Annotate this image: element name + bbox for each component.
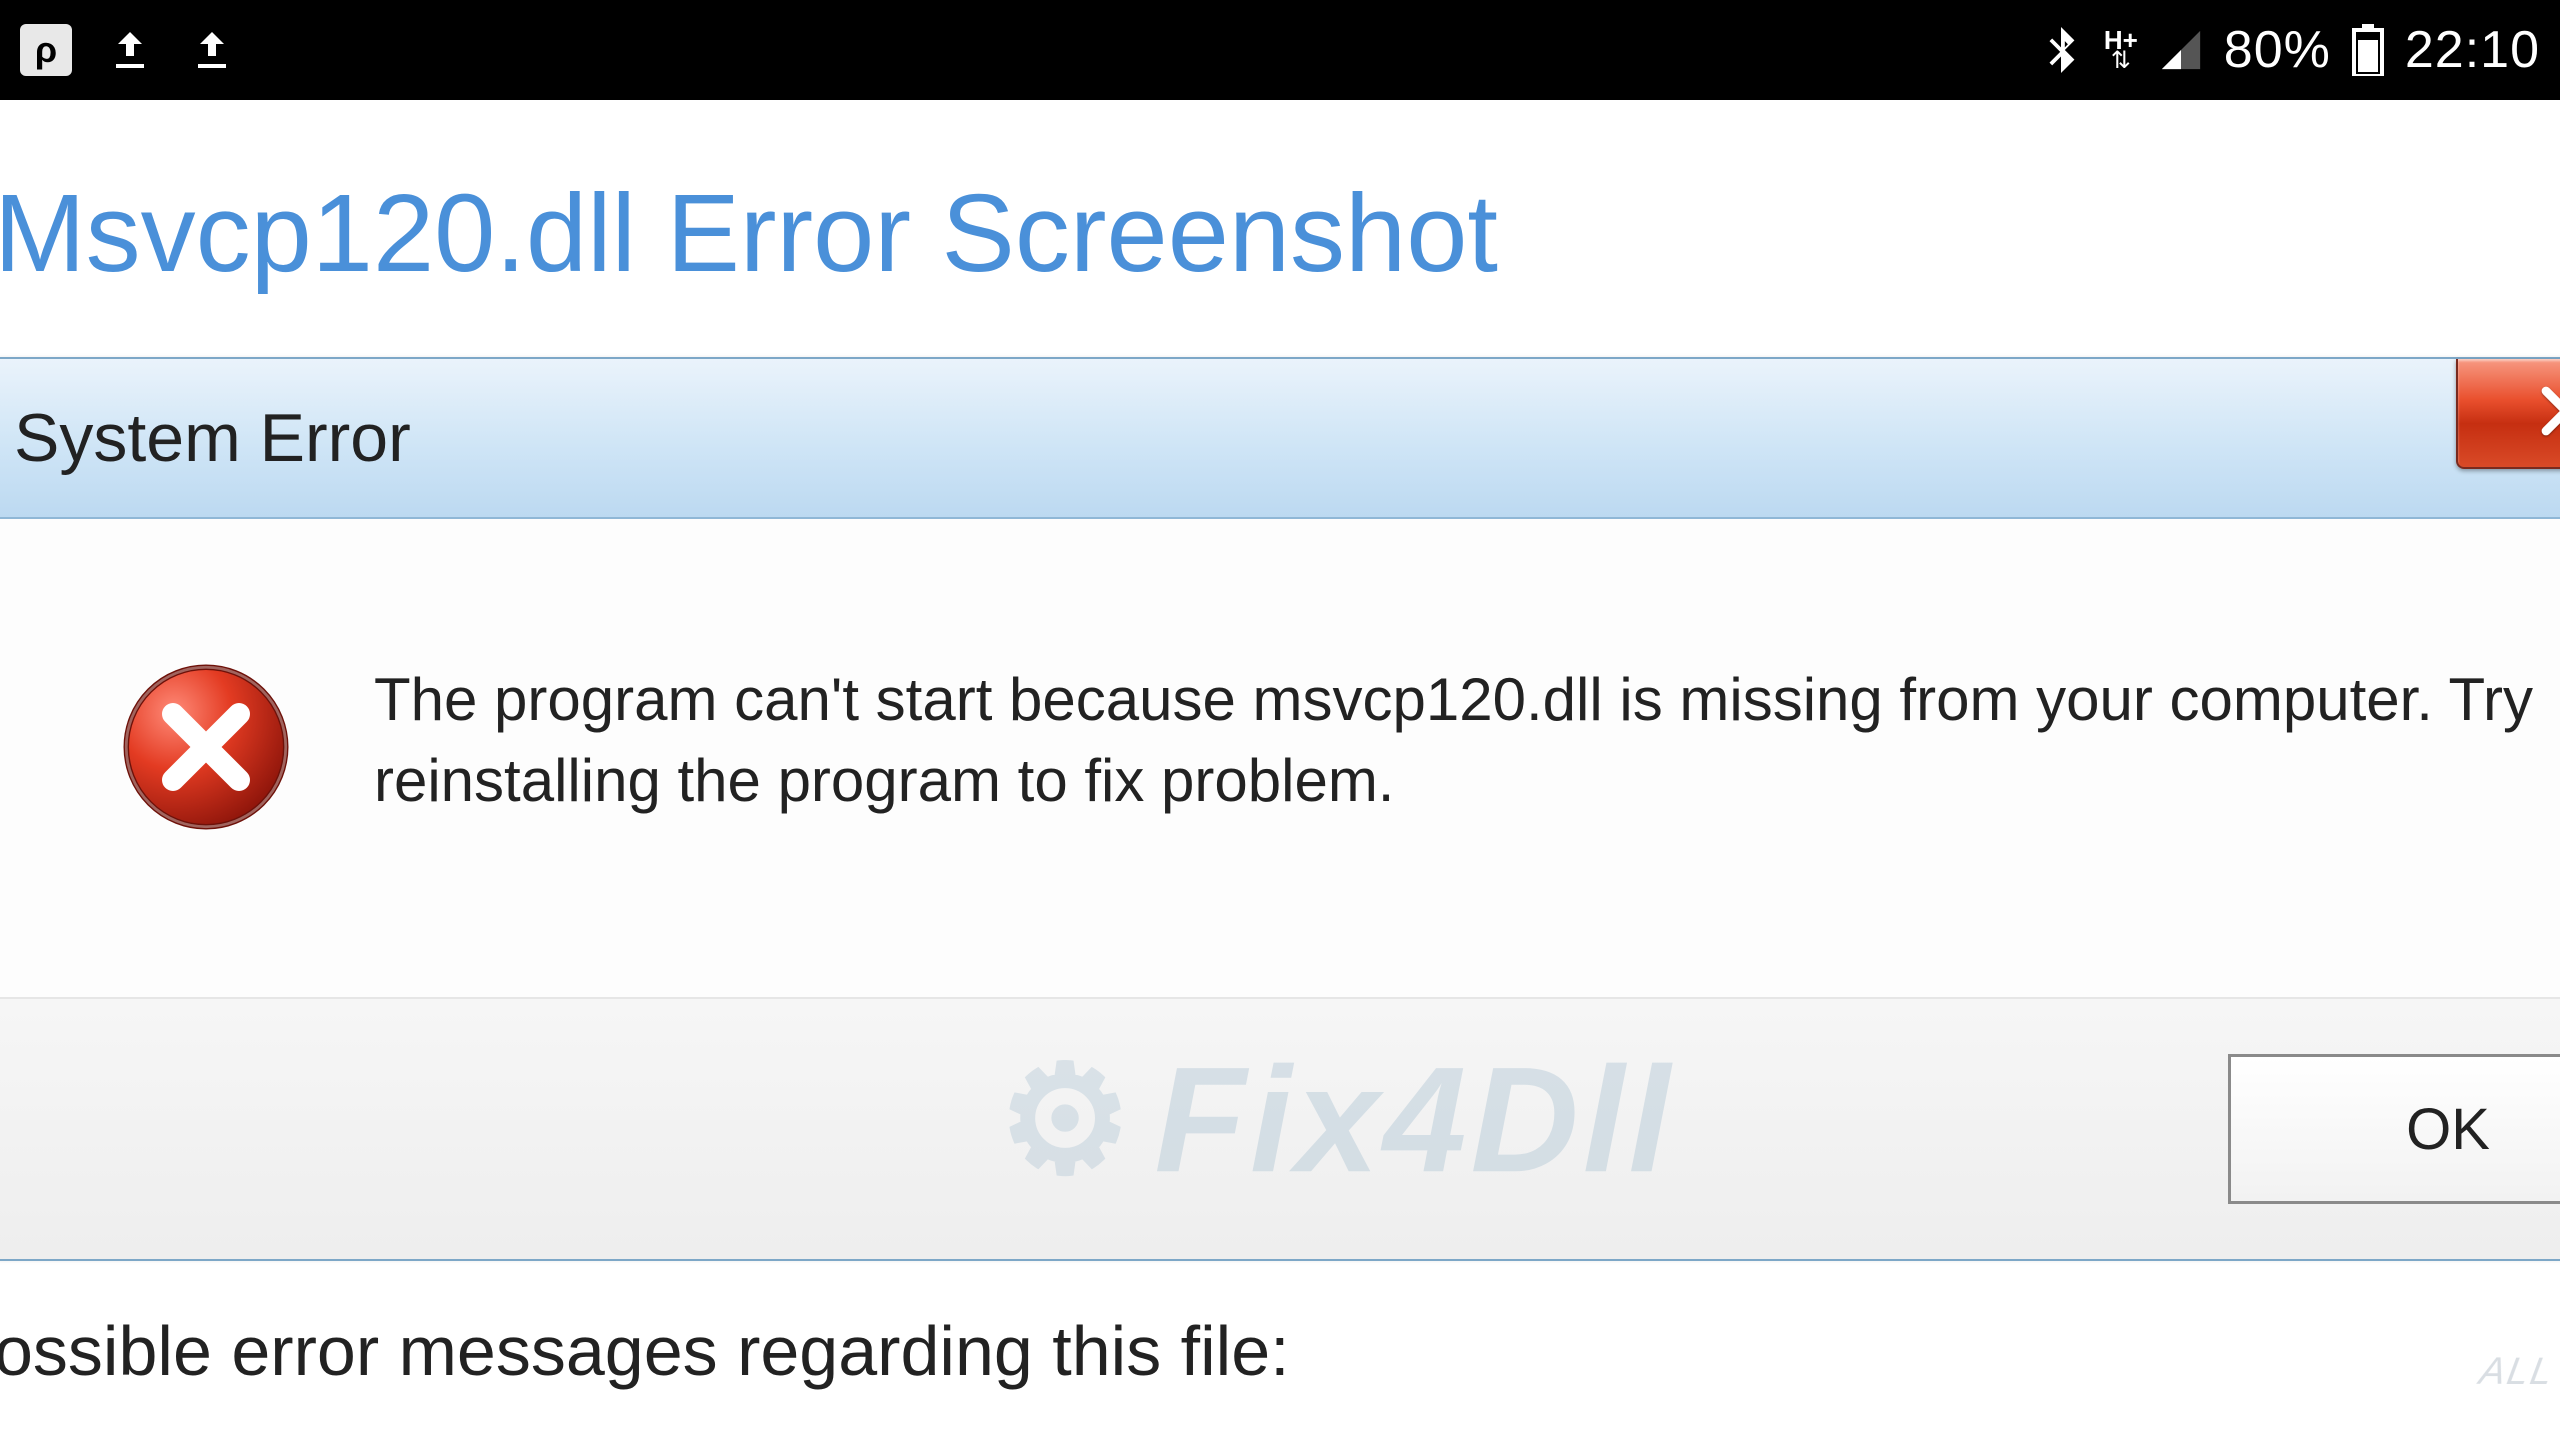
- dialog-footer: ⚙Fix4Dll OK: [0, 999, 2560, 1259]
- watermark-text: ⚙Fix4Dll: [998, 1033, 1674, 1207]
- app-notification-icon: ρ: [20, 24, 72, 76]
- gear-icon: ⚙: [998, 1035, 1136, 1203]
- upload-icon: [106, 26, 154, 74]
- error-icon: [118, 659, 294, 840]
- status-left-group: ρ: [20, 24, 236, 76]
- dialog-message: The program can't start because msvcp120…: [374, 659, 2534, 821]
- clock: 22:10: [2405, 20, 2540, 80]
- close-icon: [2536, 381, 2560, 446]
- error-dialog-image: System Error: [0, 357, 2560, 1261]
- system-error-dialog: System Error: [0, 357, 2560, 1261]
- truncated-body-text: ossible error messages regarding this fi…: [0, 1261, 2560, 1391]
- close-button[interactable]: [2456, 359, 2560, 469]
- mobile-data-icon: H+ ⇅: [2104, 29, 2138, 71]
- corner-watermark: ALL: [2477, 1351, 2558, 1394]
- webpage-content: Msvcp120.dll Error Screenshot System Err…: [0, 100, 2560, 1391]
- android-status-bar: ρ H+ ⇅ 80% 22:10: [0, 0, 2560, 100]
- battery-percent: 80%: [2224, 20, 2331, 80]
- dialog-title: System Error: [14, 399, 411, 477]
- dialog-titlebar: System Error: [0, 359, 2560, 519]
- ok-button[interactable]: OK: [2228, 1054, 2560, 1204]
- page-title: Msvcp120.dll Error Screenshot: [0, 100, 2560, 337]
- status-right-group: H+ ⇅ 80% 22:10: [2038, 20, 2540, 80]
- battery-icon: [2351, 24, 2385, 76]
- upload-icon: [188, 26, 236, 74]
- signal-icon: [2158, 27, 2204, 73]
- dialog-body: The program can't start because msvcp120…: [0, 519, 2560, 999]
- bluetooth-icon: [2038, 27, 2084, 73]
